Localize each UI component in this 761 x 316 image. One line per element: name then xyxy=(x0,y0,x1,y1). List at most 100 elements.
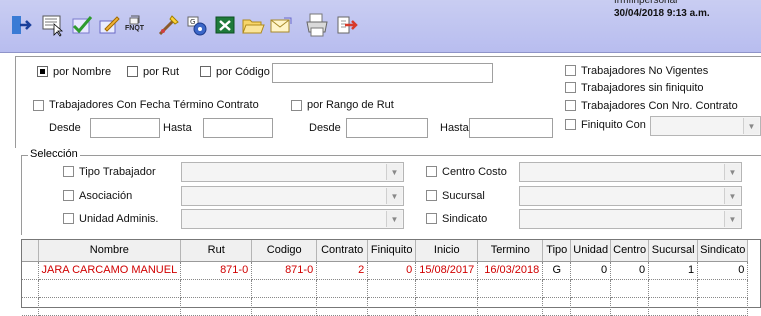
cell-sindicato[interactable]: 0 xyxy=(697,261,749,280)
select-icon[interactable] xyxy=(40,12,66,38)
sindicato-select[interactable]: ▼ xyxy=(519,209,742,229)
radio-por-rut-label: por Rut xyxy=(143,66,180,78)
chk-finiquito-con[interactable] xyxy=(565,119,576,130)
cell-inicio[interactable]: 15/08/2017 xyxy=(415,261,479,280)
centro-costo-select[interactable]: ▼ xyxy=(519,162,742,182)
chk-sin-finiquito-label: Trabajadores sin finiquito xyxy=(581,82,704,94)
cell-tipo[interactable]: G xyxy=(542,261,572,280)
sucursal-label: Sucursal xyxy=(442,190,485,202)
chk-unidad-adminis[interactable] xyxy=(63,213,74,224)
col-header[interactable]: Rut xyxy=(180,240,253,262)
desde-label: Desde xyxy=(49,122,81,134)
table-row[interactable] xyxy=(22,297,749,316)
desde-rut-label: Desde xyxy=(309,122,341,134)
toolbar: FNQT G frmfinpersonal 30/04/2018 9:13 a.… xyxy=(0,0,761,53)
search-input[interactable] xyxy=(272,63,493,83)
radio-por-codigo-label: por Código xyxy=(216,66,270,78)
chevron-down-icon: ▼ xyxy=(386,211,402,227)
svg-text:G: G xyxy=(190,18,195,26)
current-datetime: 30/04/2018 9:13 a.m. xyxy=(614,8,710,19)
chk-no-vigentes-label: Trabajadores No Vigentes xyxy=(581,65,709,77)
workers-table: Nombre Rut Codigo Contrato Finiquito Ini… xyxy=(22,240,749,316)
excel-icon[interactable] xyxy=(212,12,238,38)
col-header[interactable]: Tipo xyxy=(542,240,572,262)
hasta-rut-label: Hasta xyxy=(440,122,469,134)
cell-contrato[interactable]: 2 xyxy=(316,261,369,280)
chk-nro-contrato[interactable] xyxy=(565,100,576,111)
radio-por-nombre-label: por Nombre xyxy=(53,66,112,78)
chevron-down-icon: ▼ xyxy=(724,164,740,180)
chk-fecha-termino-label: Trabajadores Con Fecha Término Contrato xyxy=(49,99,259,111)
col-header[interactable]: Termino xyxy=(477,240,544,262)
hasta-fecha-input[interactable] xyxy=(203,118,273,138)
table-header-row: Nombre Rut Codigo Contrato Finiquito Ini… xyxy=(22,240,749,262)
cell-rut[interactable]: 871-0 xyxy=(180,261,253,280)
cell-sucursal[interactable]: 1 xyxy=(648,261,699,280)
cell-nombre[interactable]: JARA CARCAMO MANUEL xyxy=(38,261,182,280)
col-header[interactable]: Contrato xyxy=(316,240,369,262)
sucursal-select[interactable]: ▼ xyxy=(519,186,742,206)
col-header[interactable]: Sucursal xyxy=(648,240,699,262)
workers-grid[interactable]: Nombre Rut Codigo Contrato Finiquito Ini… xyxy=(21,239,761,316)
tools-icon[interactable] xyxy=(156,12,182,38)
cell-termino[interactable]: 16/03/2018 xyxy=(477,261,544,280)
radio-por-rut[interactable] xyxy=(127,66,138,77)
print-icon[interactable] xyxy=(304,12,330,38)
cell-unidad[interactable]: 0 xyxy=(570,261,612,280)
chk-sucursal[interactable] xyxy=(426,190,437,201)
radio-por-nombre[interactable] xyxy=(37,66,48,77)
chk-finiquito-con-label: Finiquito Con xyxy=(581,119,646,131)
finiquito-icon[interactable]: FNQT xyxy=(124,12,150,38)
tipo-trabajador-label: Tipo Trabajador xyxy=(79,166,156,178)
col-header[interactable]: Codigo xyxy=(251,240,318,262)
col-header[interactable]: Unidad xyxy=(570,240,612,262)
asociacion-label: Asociación xyxy=(79,190,133,202)
tipo-trabajador-select[interactable]: ▼ xyxy=(181,162,404,182)
chk-centro-costo[interactable] xyxy=(426,166,437,177)
cell-finiquito[interactable]: 0 xyxy=(367,261,417,280)
finiquito-con-select[interactable]: ▼ xyxy=(650,116,761,136)
chk-rango-rut[interactable] xyxy=(291,100,302,111)
hasta-label: Hasta xyxy=(163,122,192,134)
chevron-down-icon: ▼ xyxy=(724,188,740,204)
finiquito-badge: FNQT xyxy=(125,25,145,32)
unidad-adminis-select[interactable]: ▼ xyxy=(181,209,404,229)
col-header[interactable]: Sindicato xyxy=(697,240,749,262)
chk-nro-contrato-label: Trabajadores Con Nro. Contrato xyxy=(581,100,738,112)
asociacion-select[interactable]: ▼ xyxy=(181,186,404,206)
chk-no-vigentes[interactable] xyxy=(565,65,576,76)
mail-icon[interactable] xyxy=(268,12,294,38)
table-row[interactable]: JARA CARCAMO MANUEL 871-0 871-0 2 0 15/0… xyxy=(22,261,749,280)
unidad-adminis-label: Unidad Adminis. xyxy=(79,213,159,225)
folder-icon[interactable] xyxy=(240,12,266,38)
cell-centro[interactable]: 0 xyxy=(610,261,650,280)
desde-rut-input[interactable] xyxy=(346,118,428,138)
col-header[interactable]: Nombre xyxy=(38,240,182,262)
toolbar-info: frmfinpersonal 30/04/2018 9:13 a.m. xyxy=(614,0,710,20)
desde-fecha-input[interactable] xyxy=(90,118,160,138)
col-header[interactable]: Inicio xyxy=(415,240,479,262)
form-name: frmfinpersonal xyxy=(614,0,678,6)
chk-sindicato[interactable] xyxy=(426,213,437,224)
check-icon[interactable] xyxy=(68,12,94,38)
chk-sin-finiquito[interactable] xyxy=(565,82,576,93)
row-selector[interactable] xyxy=(22,261,39,280)
col-header[interactable]: Centro xyxy=(610,240,650,262)
export-icon[interactable] xyxy=(334,12,360,38)
chevron-down-icon: ▼ xyxy=(386,164,402,180)
exit-icon[interactable] xyxy=(8,12,34,38)
row-selector-header xyxy=(22,240,39,262)
col-header[interactable]: Finiquito xyxy=(367,240,417,262)
chk-fecha-termino[interactable] xyxy=(33,100,44,111)
chevron-down-icon: ▼ xyxy=(386,188,402,204)
radio-por-codigo[interactable] xyxy=(200,66,211,77)
table-row[interactable] xyxy=(22,279,749,298)
seleccion-title: Selección xyxy=(28,148,80,160)
chk-asociacion[interactable] xyxy=(63,190,74,201)
cell-codigo[interactable]: 871-0 xyxy=(251,261,318,280)
edit-icon[interactable] xyxy=(96,12,122,38)
settings-icon[interactable]: G xyxy=(184,12,210,38)
hasta-rut-input[interactable] xyxy=(469,118,553,138)
sindicato-label: Sindicato xyxy=(442,213,488,225)
chk-tipo-trabajador[interactable] xyxy=(63,166,74,177)
